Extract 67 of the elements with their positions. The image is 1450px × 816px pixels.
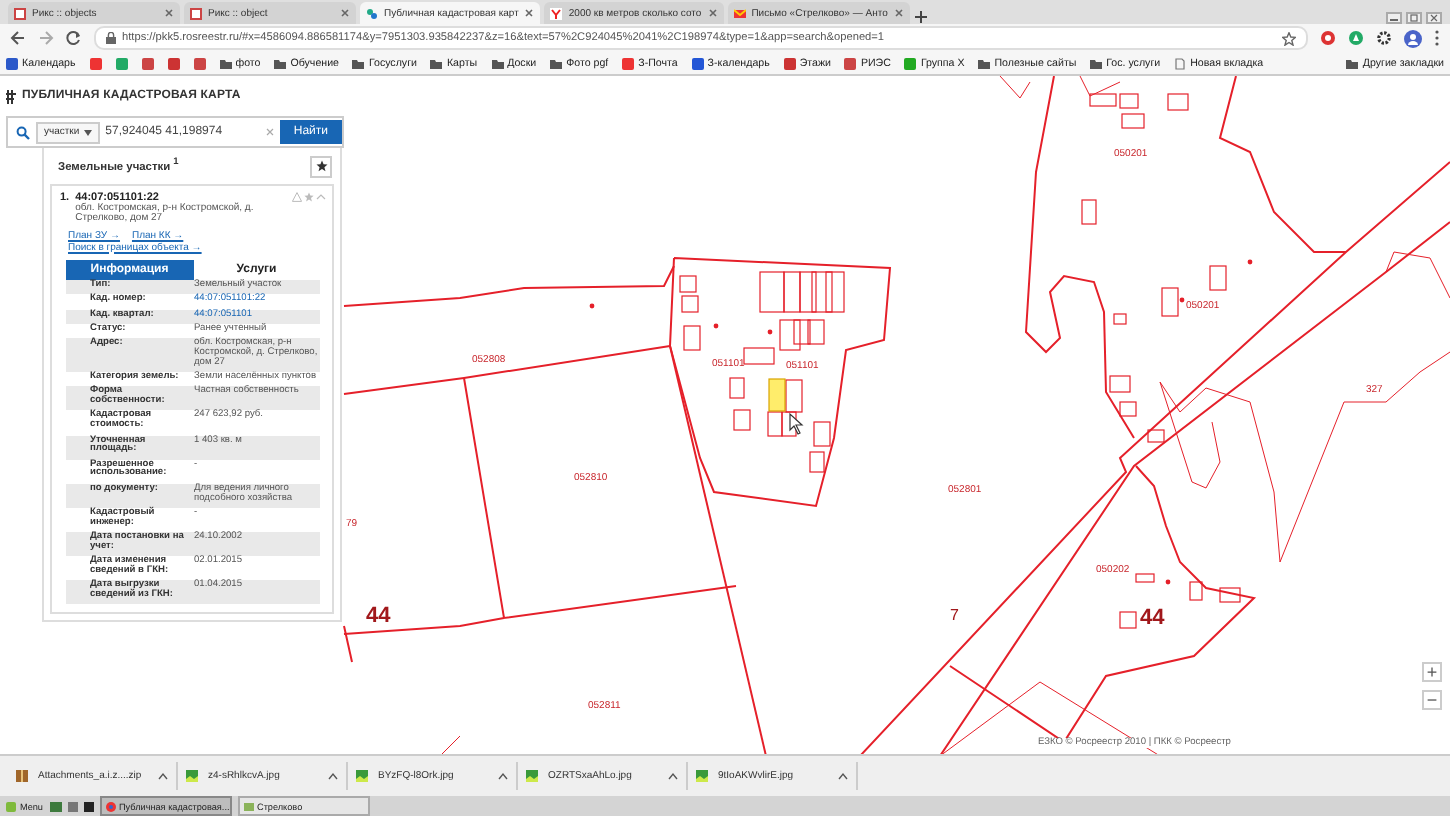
site-icon xyxy=(622,57,635,69)
folder-icon xyxy=(430,57,443,69)
zoom-in-button[interactable]: + xyxy=(1422,662,1442,682)
extension-icon[interactable] xyxy=(1348,30,1364,46)
folder-icon xyxy=(978,57,991,69)
folder-icon xyxy=(1346,57,1359,69)
folder-icon xyxy=(243,801,253,811)
close-icon[interactable] xyxy=(340,8,350,18)
folder-icon xyxy=(550,57,563,69)
star-icon xyxy=(315,160,327,172)
close-icon[interactable] xyxy=(524,8,535,18)
new-tab-icon[interactable] xyxy=(913,10,928,24)
menu-icon[interactable] xyxy=(1434,30,1440,46)
page-icon xyxy=(14,7,26,19)
page-icon xyxy=(190,7,202,19)
area-number-label: 7 xyxy=(950,608,959,624)
image-file-icon xyxy=(696,770,708,782)
zoom-out-button[interactable]: − xyxy=(1422,690,1442,710)
gear-icon[interactable] xyxy=(1376,30,1392,46)
chevron-icon[interactable] xyxy=(328,772,338,780)
terminal-icon[interactable] xyxy=(83,801,93,811)
star-icon[interactable] xyxy=(304,192,314,202)
file-manager-icon[interactable] xyxy=(67,801,77,811)
chevron-icon[interactable] xyxy=(838,772,848,780)
cursor-icon xyxy=(789,412,804,435)
logo-icon xyxy=(6,89,16,103)
favorite-button[interactable] xyxy=(310,155,332,177)
reload-icon[interactable] xyxy=(66,30,82,46)
site-icon xyxy=(691,57,704,69)
extension-icon[interactable] xyxy=(1320,30,1336,46)
close-icon[interactable] xyxy=(1426,12,1442,24)
close-icon[interactable] xyxy=(893,8,904,18)
folder-icon xyxy=(219,57,232,69)
folder-icon xyxy=(274,57,287,69)
chevron-icon[interactable] xyxy=(668,772,678,780)
image-file-icon xyxy=(186,770,198,782)
maximize-icon[interactable] xyxy=(1406,12,1422,24)
chevron-icon[interactable] xyxy=(158,772,168,780)
back-icon[interactable] xyxy=(10,30,26,46)
area-number-label: 44 xyxy=(366,606,391,628)
site-icon xyxy=(904,57,917,69)
avatar-icon[interactable] xyxy=(1404,29,1422,47)
folder-icon xyxy=(352,57,365,69)
image-file-icon xyxy=(526,770,538,782)
image-file-icon xyxy=(356,770,368,782)
search-icon[interactable] xyxy=(16,125,30,139)
area-number-label: 44 xyxy=(1140,608,1165,630)
browser-icon xyxy=(105,801,115,811)
site-icon xyxy=(6,57,18,69)
site-icon xyxy=(844,57,857,69)
lock-icon xyxy=(106,32,116,44)
folder-icon xyxy=(491,57,504,69)
menu-logo-icon xyxy=(6,801,16,811)
page-icon xyxy=(733,7,746,19)
chevron-icon[interactable] xyxy=(498,772,508,780)
close-icon[interactable] xyxy=(164,8,174,18)
desktop-icon[interactable] xyxy=(49,801,61,811)
close-icon[interactable] xyxy=(707,8,718,18)
page-icon xyxy=(1174,57,1187,69)
page-icon xyxy=(550,7,563,19)
caret-icon xyxy=(83,129,92,135)
site-icon xyxy=(783,57,796,69)
archive-icon xyxy=(16,770,28,782)
star-icon[interactable] xyxy=(1282,31,1296,45)
page-icon xyxy=(366,7,378,19)
minimize-icon[interactable] xyxy=(1386,12,1402,24)
folder-icon xyxy=(1090,57,1103,69)
